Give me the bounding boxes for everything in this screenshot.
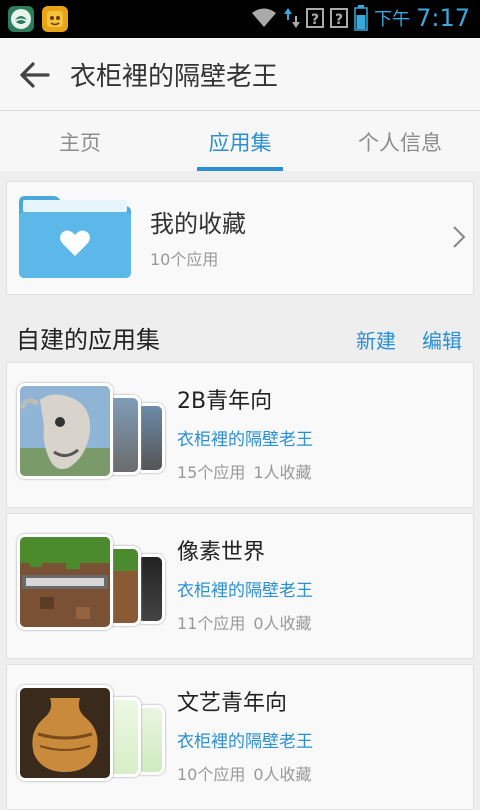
heart-folder-icon xyxy=(19,196,131,278)
collection-thumbnails xyxy=(17,534,167,634)
collection-name: 2B青年向 xyxy=(177,389,273,414)
new-collection-button[interactable]: 新建 xyxy=(356,325,396,354)
wifi-icon xyxy=(252,8,277,27)
tab-profile[interactable]: 个人信息 xyxy=(320,111,480,171)
app-count: 11个应用 xyxy=(177,614,246,633)
collection-name: 文艺青年向 xyxy=(177,691,288,716)
back-arrow-icon[interactable] xyxy=(18,58,52,92)
collection-card[interactable]: 像素世界 衣柜裡的隔壁老王 11个应用 0人收藏 xyxy=(6,513,474,659)
collection-stats: 15个应用 1人收藏 xyxy=(177,459,312,483)
favorite-count: 1人收藏 xyxy=(253,463,312,482)
cat-app-icon xyxy=(42,6,68,32)
minecraft-thumbnail xyxy=(17,534,113,630)
unknown-sim-icon: ? xyxy=(306,8,325,28)
chevron-right-icon xyxy=(453,226,466,248)
collection-name: 像素世界 xyxy=(177,540,266,565)
page-title: 衣柜裡的隔壁老王 xyxy=(70,62,279,92)
collection-stats: 10个应用 0人收藏 xyxy=(177,761,312,785)
tab-collections[interactable]: 应用集 xyxy=(160,111,320,171)
app-count: 15个应用 xyxy=(177,463,246,482)
data-arrows-icon xyxy=(284,8,301,28)
pottery-thumbnail xyxy=(17,685,113,781)
battery-icon xyxy=(354,5,368,31)
favorites-count: 10个应用 xyxy=(150,250,219,269)
app-header: 衣柜裡的隔壁老王 xyxy=(0,38,480,111)
status-bar: ? ? 下午 7:17 xyxy=(0,0,480,38)
collection-owner[interactable]: 衣柜裡的隔壁老王 xyxy=(177,727,313,752)
goat-simulator-thumbnail xyxy=(17,383,113,479)
unknown-sim-icon: ? xyxy=(330,8,349,28)
status-time: 7:17 xyxy=(416,4,470,32)
collection-thumbnails xyxy=(17,383,167,483)
favorites-title: 我的收藏 xyxy=(150,210,246,238)
shield-app-icon xyxy=(8,6,34,32)
favorite-count: 0人收藏 xyxy=(253,614,312,633)
collection-thumbnails xyxy=(17,685,167,785)
collection-card[interactable]: 文艺青年向 衣柜裡的隔壁老王 10个应用 0人收藏 xyxy=(6,664,474,810)
favorite-count: 0人收藏 xyxy=(253,765,312,784)
app-count: 10个应用 xyxy=(177,765,246,784)
collection-owner[interactable]: 衣柜裡的隔壁老王 xyxy=(177,576,313,601)
edit-collections-button[interactable]: 编辑 xyxy=(422,325,462,354)
status-ampm: 下午 xyxy=(374,9,411,30)
collection-owner[interactable]: 衣柜裡的隔壁老王 xyxy=(177,425,313,450)
collection-stats: 11个应用 0人收藏 xyxy=(177,610,312,634)
collection-card[interactable]: 2B青年向 衣柜裡的隔壁老王 15个应用 1人收藏 xyxy=(6,362,474,508)
section-title: 自建的应用集 xyxy=(16,326,160,354)
my-favorites-card[interactable]: 我的收藏 10个应用 xyxy=(6,181,474,295)
tab-bar: 主页 应用集 个人信息 xyxy=(0,111,480,171)
tab-home[interactable]: 主页 xyxy=(0,111,160,171)
